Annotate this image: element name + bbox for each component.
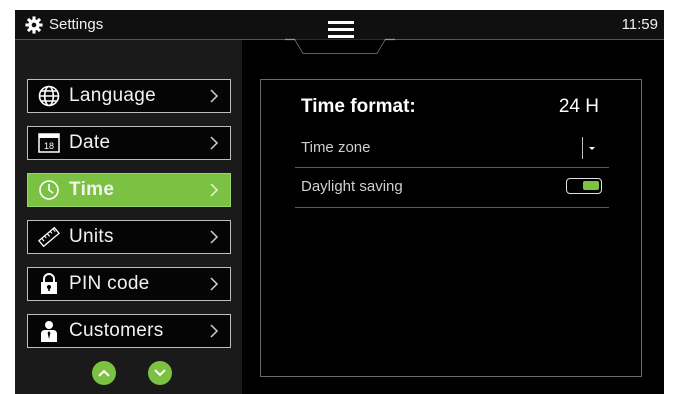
row-divider [295,207,609,208]
time-zone-dropdown[interactable] [582,137,603,159]
time-settings-panel: Time format: 24 H Time zone Daylight sav… [260,79,642,377]
sidebar-item-time[interactable]: Time [27,173,231,207]
lock-icon [38,273,60,295]
daylight-saving-toggle[interactable] [566,178,602,194]
time-zone-label: Time zone [301,139,371,156]
chevron-right-icon [210,89,219,103]
chevron-right-icon [210,183,219,197]
clock: 11:59 [621,16,658,33]
time-format-label: Time format: [301,96,416,117]
chevron-right-icon [210,136,219,150]
person-icon [38,320,60,342]
toggle-knob [583,181,599,190]
scroll-down-button[interactable] [148,361,172,385]
ruler-icon [38,226,60,248]
sidebar-item-units[interactable]: Units [27,220,231,254]
chevron-right-icon [210,277,219,291]
sidebar-item-label: Units [69,226,114,247]
sidebar-item-label: Date [69,132,111,153]
chevron-right-icon [210,324,219,338]
caret-down-icon [589,147,595,150]
calendar-icon: 18 [38,132,60,154]
sidebar-item-label: Time [69,179,115,200]
calendar-day: 18 [44,141,54,151]
app-title: Settings [49,16,104,33]
row-divider [295,167,609,168]
chevron-down-icon [154,369,166,377]
sidebar-item-label: Customers [69,320,164,341]
scroll-up-button[interactable] [92,361,116,385]
time-format-value[interactable]: 24 H [559,96,599,118]
sidebar-item-language[interactable]: Language [27,79,231,113]
daylight-saving-label: Daylight saving [301,178,403,195]
sidebar-item-label: Language [69,85,156,106]
chevron-right-icon [210,230,219,244]
sidebar-item-customers[interactable]: Customers [27,314,231,348]
menu-button[interactable] [285,10,395,55]
device-screen: Settings 11:59 Language 18 Date Time Uni… [15,10,664,394]
sidebar-item-label: PIN code [69,273,150,294]
chevron-up-icon [98,369,110,377]
sidebar-item-date[interactable]: 18 Date [27,126,231,160]
sidebar: Language 18 Date Time Units PIN code Cus… [15,40,242,394]
hamburger-menu-icon [285,21,395,54]
sidebar-item-pin-code[interactable]: PIN code [27,267,231,301]
clock-icon [38,179,60,201]
globe-icon [38,85,60,107]
gear-icon [25,16,43,34]
